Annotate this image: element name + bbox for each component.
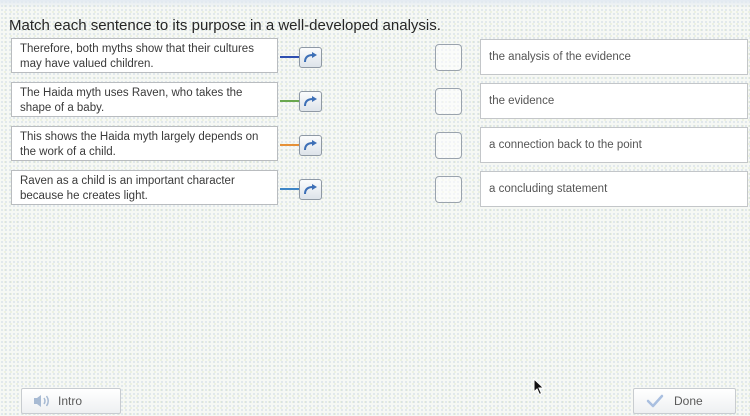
connector-line-2 [280, 100, 300, 102]
purpose-card-3: a connection back to the point [480, 127, 748, 163]
sentence-text: Raven as a child is an important charact… [20, 175, 235, 202]
drag-handle-3[interactable] [299, 135, 322, 156]
purpose-card-4: a concluding statement [480, 171, 748, 207]
checkmark-icon [646, 394, 664, 408]
drop-target-1[interactable] [435, 44, 462, 71]
top-strip [0, 0, 750, 8]
purpose-text: a connection back to the point [489, 139, 642, 151]
question-prompt: Match each sentence to its purpose in a … [9, 17, 441, 34]
curved-arrow-icon [304, 51, 317, 62]
purpose-text: the analysis of the evidence [489, 51, 631, 63]
done-button[interactable]: Done [633, 388, 736, 414]
sentence-text: The Haida myth uses Raven, who takes the… [20, 87, 243, 114]
intro-label: Intro [58, 394, 83, 408]
sentence-text: This shows the Haida myth largely depend… [20, 131, 259, 158]
curved-arrow-icon [304, 95, 317, 106]
sentence-card-2: The Haida myth uses Raven, who takes the… [11, 82, 278, 117]
sentence-text: Therefore, both myths show that their cu… [20, 43, 254, 70]
drop-target-3[interactable] [435, 132, 462, 159]
mouse-cursor-icon [533, 378, 545, 396]
purpose-card-2: the evidence [480, 83, 748, 119]
curved-arrow-icon [304, 139, 317, 150]
drop-target-2[interactable] [435, 88, 462, 115]
intro-button[interactable]: Intro [21, 388, 121, 414]
sentence-card-1: Therefore, both myths show that their cu… [11, 38, 278, 73]
connector-line-1 [280, 56, 300, 58]
curved-arrow-icon [304, 183, 317, 194]
speaker-icon [34, 395, 49, 407]
sentence-card-4: Raven as a child is an important charact… [11, 170, 278, 205]
drag-handle-1[interactable] [299, 47, 322, 68]
drop-target-4[interactable] [435, 176, 462, 203]
sentence-card-3: This shows the Haida myth largely depend… [11, 126, 278, 161]
done-label: Done [674, 394, 703, 408]
connector-line-3 [280, 144, 300, 146]
drag-handle-4[interactable] [299, 179, 322, 200]
drag-handle-2[interactable] [299, 91, 322, 112]
purpose-text: a concluding statement [489, 183, 608, 195]
purpose-card-1: the analysis of the evidence [480, 39, 748, 75]
purpose-text: the evidence [489, 95, 555, 107]
connector-line-4 [280, 188, 300, 190]
